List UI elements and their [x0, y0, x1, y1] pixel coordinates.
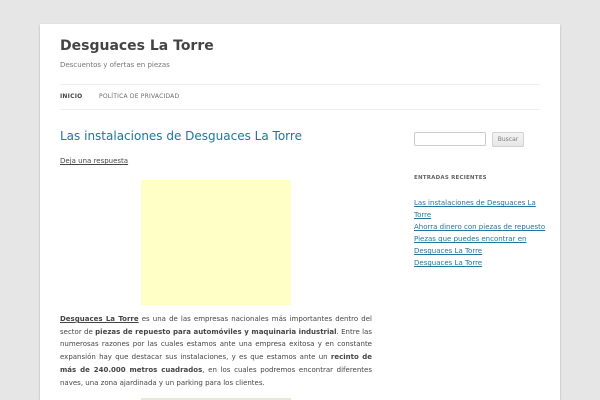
list-item: Piezas que puedes encontrar en Desguaces…	[414, 233, 552, 257]
company-link[interactable]: Desguaces La Torre	[60, 315, 139, 323]
content-bold-1: piezas de repuesto para automóviles y ma…	[95, 327, 337, 336]
search-input[interactable]	[414, 132, 486, 146]
recent-posts-title: ENTRADAS RECIENTES	[414, 175, 487, 181]
reply-link[interactable]: Deja una respuesta	[60, 157, 128, 165]
recent-post-link[interactable]: Piezas que puedes encontrar en Desguaces…	[414, 235, 526, 255]
ad-placeholder	[141, 180, 291, 305]
post-title[interactable]: Las instalaciones de Desguaces La Torre	[60, 129, 302, 143]
post-content: Desguaces La Torre es una de las empresa…	[60, 313, 372, 389]
list-item: Ahorra dinero con piezas de repuesto	[414, 221, 552, 233]
recent-posts-list: Las instalaciones de Desguaces La Torre …	[414, 197, 552, 269]
nav-item-politica-privacidad[interactable]: POLÍTICA DE PRIVACIDAD	[99, 93, 179, 100]
recent-post-link[interactable]: Ahorra dinero con piezas de repuesto	[414, 223, 545, 231]
recent-post-link[interactable]: Las instalaciones de Desguaces La Torre	[414, 199, 536, 219]
recent-post-link[interactable]: Desguaces La Torre	[414, 259, 482, 267]
page-container: Desguaces La Torre Descuentos y ofertas …	[40, 24, 560, 400]
site-description: Descuentos y ofertas en piezas	[60, 61, 170, 69]
nav-item-inicio[interactable]: INICIO	[60, 93, 82, 100]
post-title-text: Las instalaciones de Desguaces La Torre	[60, 129, 302, 143]
list-item: Las instalaciones de Desguaces La Torre	[414, 197, 552, 221]
list-item: Desguaces La Torre	[414, 257, 552, 269]
site-title[interactable]: Desguaces La Torre	[60, 38, 214, 54]
search-button[interactable]: Buscar	[492, 132, 524, 147]
main-navigation: INICIO POLÍTICA DE PRIVACIDAD	[60, 84, 540, 110]
